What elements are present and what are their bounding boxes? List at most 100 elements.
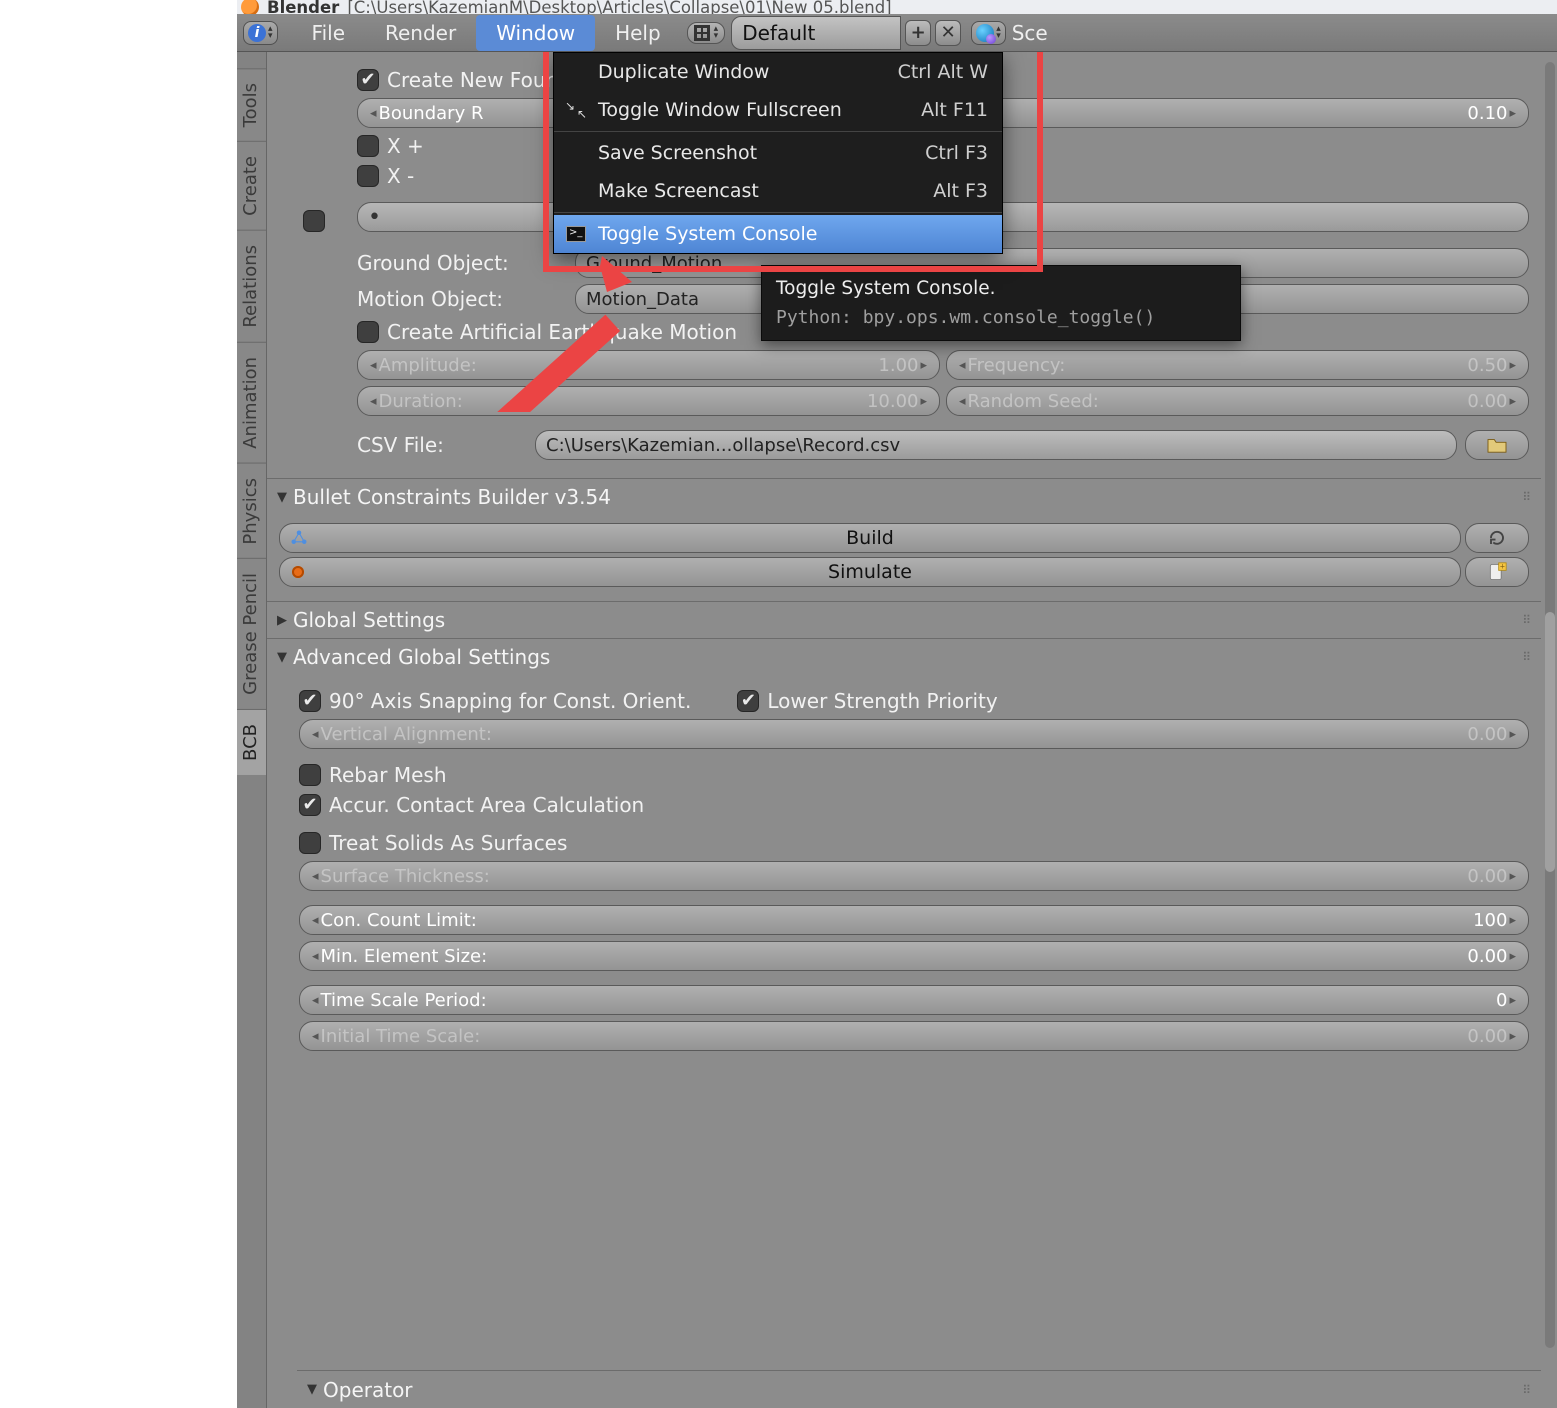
axis-snapping-label: 90° Axis Snapping for Const. Orient. (329, 689, 691, 713)
con-count-limit-field[interactable]: ◂Con. Count Limit:100▸ (299, 905, 1529, 935)
menu-separator (554, 131, 1002, 132)
info-header: i ▴▾ File Render Window Help ▴▾ Default … (237, 14, 1557, 52)
lower-strength-label: Lower Strength Priority (767, 689, 997, 713)
ground-object-label: Ground Object: (357, 251, 567, 275)
screen-layout-selector[interactable]: ▴▾ (687, 22, 726, 44)
build-button[interactable]: Build (279, 523, 1461, 553)
build-refresh-button[interactable] (1465, 523, 1529, 553)
initial-time-scale-field[interactable]: ◂Initial Time Scale:0.00▸ (299, 1021, 1529, 1051)
window-titlebar: Blender [C:\Users\KazemianM\Desktop\Arti… (237, 0, 1557, 14)
surface-thickness-field[interactable]: ◂Surface Thickness:0.00▸ (299, 861, 1529, 891)
scene-icon (976, 24, 994, 42)
menu-window[interactable]: Window (476, 15, 595, 51)
panel-grip-icon: ⠿ (1522, 490, 1531, 504)
csv-browse-button[interactable] (1465, 430, 1529, 460)
duration-field[interactable]: ◂Duration:10.00▸ (357, 386, 940, 416)
disclosure-triangle-icon: ▼ (307, 1382, 317, 1397)
menu-file[interactable]: File (292, 15, 365, 51)
menu-duplicate-window[interactable]: Duplicate Window Ctrl Alt W (554, 53, 1002, 91)
chevron-updown-icon: ▴▾ (714, 26, 719, 40)
earthquake-section-toggle[interactable] (303, 210, 325, 232)
panel-grip-icon: ⠿ (1522, 613, 1531, 627)
scrollbar[interactable] (1545, 62, 1555, 1348)
tab-bcb[interactable]: BCB (237, 709, 266, 775)
scene-selector[interactable]: ▴▾ (971, 21, 1006, 45)
amplitude-field[interactable]: ◂Amplitude:1.00▸ (357, 350, 940, 380)
motion-object-label: Motion Object: (357, 287, 567, 311)
menu-render[interactable]: Render (365, 15, 476, 51)
chevron-updown-icon: ▴▾ (996, 26, 1001, 40)
rebar-mesh-checkbox[interactable] (299, 764, 321, 786)
xminus-checkbox[interactable] (357, 165, 379, 187)
panel-grip-icon: ⠿ (1522, 1383, 1531, 1397)
editor-type-selector[interactable]: i ▴▾ (243, 21, 278, 45)
menu-make-screencast[interactable]: Make Screencast Alt F3 (554, 172, 1002, 210)
tooltip-python: Python: bpy.ops.wm.console_toggle() (776, 307, 1226, 328)
disclosure-triangle-icon: ▼ (277, 650, 287, 665)
menu-toggle-system-console[interactable]: >_ Toggle System Console (554, 215, 1002, 253)
panel-grip-icon: ⠿ (1522, 650, 1531, 664)
tooltip-title: Toggle System Console. (776, 278, 1226, 299)
frequency-field[interactable]: ◂Frequency:0.50▸ (946, 350, 1529, 380)
menu-toggle-fullscreen[interactable]: Toggle Window Fullscreen Alt F11 (554, 91, 1002, 129)
rebar-mesh-label: Rebar Mesh (329, 763, 447, 787)
operator-panel-header[interactable]: ▼ Operator ⠿ (297, 1370, 1541, 1408)
csv-file-field[interactable]: C:\Users\Kazemian...ollapse\Record.csv (535, 430, 1457, 460)
layout-grid-icon (694, 25, 710, 41)
tooltip: Toggle System Console. Python: bpy.ops.w… (761, 265, 1241, 341)
tab-tools[interactable]: Tools (237, 68, 266, 141)
disclosure-triangle-icon: ▶ (277, 613, 287, 628)
info-icon: i (248, 24, 266, 42)
scrollbar-thumb[interactable] (1545, 612, 1555, 872)
blender-logo-icon (241, 0, 259, 14)
treat-solids-label: Treat Solids As Surfaces (329, 831, 567, 855)
disclosure-triangle-icon: ▼ (277, 490, 287, 505)
console-icon: >_ (566, 226, 586, 242)
bcb-panel-header[interactable]: ▼ Bullet Constraints Builder v3.54 ⠿ (267, 478, 1541, 515)
tab-grease-pencil[interactable]: Grease Pencil (237, 558, 266, 709)
record-dot-icon (292, 566, 304, 578)
create-foundation-checkbox[interactable] (357, 69, 379, 91)
spinner-blue-icon (290, 529, 308, 547)
add-layout-button[interactable]: + (905, 20, 931, 46)
xplus-checkbox[interactable] (357, 135, 379, 157)
treat-solids-checkbox[interactable] (299, 832, 321, 854)
lower-strength-checkbox[interactable] (737, 690, 759, 712)
artificial-earthquake-checkbox[interactable] (357, 321, 379, 343)
delete-layout-button[interactable]: ✕ (935, 20, 961, 46)
chevron-updown-icon: ▴▾ (268, 26, 273, 40)
folder-icon (1486, 436, 1508, 454)
new-file-icon: + (1486, 562, 1508, 582)
time-scale-period-field[interactable]: ◂Time Scale Period:0▸ (299, 985, 1529, 1015)
scene-name-field[interactable]: Sce (1012, 21, 1048, 45)
file-path: [C:\Users\KazemianM\Desktop\Articles\Col… (347, 0, 891, 14)
csv-file-label: CSV File: (357, 433, 527, 457)
app-name: Blender (267, 0, 339, 14)
simulate-new-file-button[interactable]: + (1465, 557, 1529, 587)
screen-layout-name[interactable]: Default (731, 16, 901, 50)
fullscreen-icon (567, 101, 585, 119)
accur-contact-checkbox[interactable] (299, 794, 321, 816)
window-menu-dropdown: Duplicate Window Ctrl Alt W Toggle Windo… (553, 52, 1003, 254)
min-element-size-field[interactable]: ◂Min. Element Size:0.00▸ (299, 941, 1529, 971)
refresh-icon (1488, 529, 1506, 547)
global-settings-header[interactable]: ▶ Global Settings ⠿ (267, 601, 1541, 638)
menu-save-screenshot[interactable]: Save Screenshot Ctrl F3 (554, 134, 1002, 172)
menu-help[interactable]: Help (595, 15, 681, 51)
advanced-global-settings-header[interactable]: ▼ Advanced Global Settings ⠿ (267, 638, 1541, 675)
axis-snapping-checkbox[interactable] (299, 690, 321, 712)
artificial-earthquake-label: Create Artificial Earthquake Motion (387, 320, 737, 344)
menu-separator (554, 212, 1002, 213)
xminus-label: X - (387, 164, 414, 188)
tab-relations[interactable]: Relations (237, 230, 266, 342)
tab-physics[interactable]: Physics (237, 463, 266, 559)
random-seed-field[interactable]: ◂Random Seed:0.00▸ (946, 386, 1529, 416)
vertical-alignment-field[interactable]: ◂Vertical Alignment:0.00▸ (299, 719, 1529, 749)
tool-shelf-tabs: Tools Create Relations Animation Physics… (237, 52, 267, 1408)
simulate-button[interactable]: Simulate (279, 557, 1461, 587)
accur-contact-label: Accur. Contact Area Calculation (329, 793, 644, 817)
tab-create[interactable]: Create (237, 141, 266, 230)
tab-animation[interactable]: Animation (237, 342, 266, 463)
xplus-label: X + (387, 134, 424, 158)
svg-text:+: + (1500, 563, 1506, 571)
